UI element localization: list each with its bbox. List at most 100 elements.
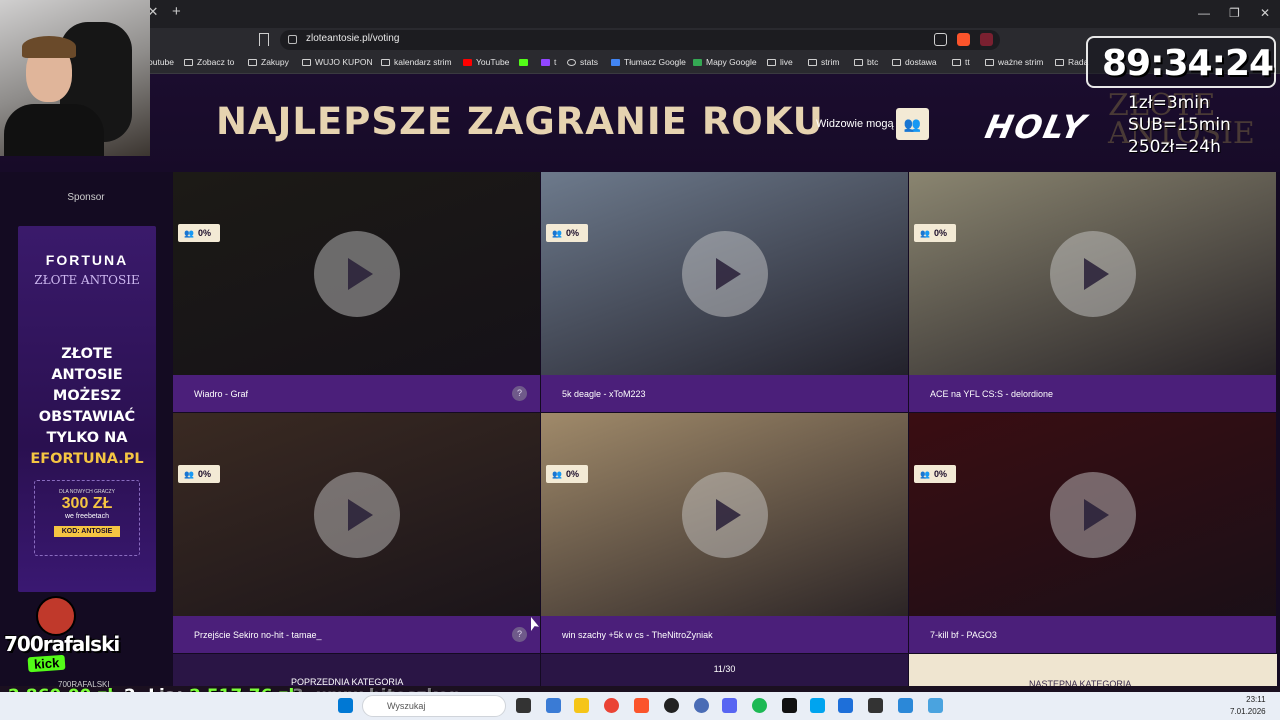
brave-icon[interactable] bbox=[634, 698, 649, 713]
entry-card[interactable]: 👥 0% 5k deagle - xToM223 bbox=[541, 172, 908, 412]
subathon-timer: 89:34:24 bbox=[1086, 36, 1276, 88]
holy-logo: HOLY bbox=[981, 108, 1091, 146]
streamer-logo: 700rafalski kick bbox=[4, 596, 120, 674]
bookmark-item[interactable]: Tłumacz Google bbox=[611, 57, 686, 67]
brave-shields-icon[interactable] bbox=[957, 33, 970, 46]
bookmark-item[interactable]: ważne strim bbox=[985, 57, 1043, 67]
bookmark-icon[interactable] bbox=[259, 33, 269, 46]
app-icon[interactable] bbox=[810, 698, 825, 713]
app-icon[interactable] bbox=[694, 698, 709, 713]
photos-icon[interactable] bbox=[546, 698, 561, 713]
streamer-webcam bbox=[0, 0, 150, 156]
play-icon[interactable] bbox=[1050, 231, 1136, 317]
entry-footer: 5k deagle - xToM223 bbox=[541, 375, 908, 412]
play-icon[interactable] bbox=[1050, 472, 1136, 558]
bookmark-item[interactable]: Zobacz to bbox=[184, 57, 234, 67]
url-input[interactable]: zloteantosie.pl/voting bbox=[280, 30, 1000, 50]
subathon-rates: 1zł=3min SUB=15min 250zł=24h bbox=[1128, 93, 1231, 157]
people-icon: 👥 bbox=[920, 229, 930, 238]
bookmark-item[interactable]: kalendarz strim bbox=[381, 57, 452, 67]
entry-card[interactable]: 👥 0% Wiadro - Graf? bbox=[173, 172, 540, 412]
bookmark-item[interactable]: strim bbox=[808, 57, 839, 67]
brave-rewards-icon[interactable] bbox=[980, 33, 993, 46]
window-close-icon[interactable]: ✕ bbox=[1260, 6, 1270, 20]
voting-page: NAJLEPSZE ZAGRANIE ROKU Widzowie mogą 👥 … bbox=[0, 74, 1280, 689]
file-explorer-icon[interactable] bbox=[574, 698, 589, 713]
play-icon[interactable] bbox=[682, 231, 768, 317]
viewers-label: Widzowie mogą bbox=[816, 118, 894, 130]
entry-card[interactable]: 👥 0% win szachy +5k w cs - TheNitroZyniak bbox=[541, 413, 908, 653]
entry-card[interactable]: 👥 0% ACE na YFL CS:S - delordione bbox=[909, 172, 1276, 412]
discord-icon[interactable] bbox=[722, 698, 737, 713]
ad-headline: ZŁOTE ANTOSIE MOŻESZ OBSTAWIAĆ TYLKO NA … bbox=[30, 346, 144, 467]
category-nav: POPRZEDNIA KATEGORIA 11/30 NASTĘPNA KATE… bbox=[173, 654, 1277, 689]
people-icon: 👥 bbox=[903, 116, 922, 132]
ad-bonus: DLA NOWYCH GRACZY 300 ZŁ we freebetach K… bbox=[34, 480, 140, 556]
page-title: NAJLEPSZE ZAGRANIE ROKU bbox=[216, 100, 824, 143]
people-icon: 👥 bbox=[184, 229, 194, 238]
system-clock[interactable]: 23:11 7.01.2026 bbox=[1230, 694, 1266, 718]
help-icon[interactable]: ? bbox=[512, 386, 527, 401]
bookmark-item[interactable]: stats bbox=[567, 57, 598, 67]
bookmark-item[interactable]: tt bbox=[952, 57, 970, 67]
play-icon[interactable] bbox=[314, 472, 400, 558]
entry-footer: win szachy +5k w cs - TheNitroZyniak bbox=[541, 616, 908, 653]
chrome-icon[interactable] bbox=[604, 698, 619, 713]
entry-card[interactable]: 👥 0% Przejście Sekiro no-hit - tamae_? bbox=[173, 413, 540, 653]
new-tab-icon[interactable]: + bbox=[172, 4, 181, 19]
app-icon[interactable] bbox=[782, 698, 797, 713]
share-icon[interactable] bbox=[934, 33, 947, 46]
next-category-button[interactable]: NASTĘPNA KATEGORIA bbox=[909, 654, 1277, 689]
vote-percent-badge: 👥 0% bbox=[546, 224, 588, 242]
entry-footer: Przejście Sekiro no-hit - tamae_? bbox=[173, 616, 540, 653]
spotify-icon[interactable] bbox=[752, 698, 767, 713]
obs-icon[interactable] bbox=[664, 698, 679, 713]
site-info-icon[interactable] bbox=[288, 35, 297, 44]
bookmark-item[interactable]: WUJO KUPON bbox=[302, 57, 373, 67]
bookmark-item[interactable]: outube bbox=[148, 57, 174, 67]
bookmark-item[interactable]: dostawa bbox=[892, 57, 937, 67]
start-icon[interactable] bbox=[338, 698, 353, 713]
entries-grid: 👥 0% Wiadro - Graf? 👥 0% 5k deagle - xToM223 👥… bbox=[173, 172, 1277, 654]
entry-card[interactable]: 👥 0% 7-kill bf - PAGO3 bbox=[909, 413, 1276, 653]
bookmark-item[interactable]: YouTube bbox=[463, 57, 509, 67]
play-icon[interactable] bbox=[314, 231, 400, 317]
bookmark-item[interactable]: live bbox=[767, 57, 793, 67]
vote-percent-badge: 👥 0% bbox=[178, 465, 220, 483]
kick-bookmark-icon[interactable] bbox=[519, 57, 532, 67]
windows-taskbar: Wyszukaj 23:11 7.01.2026 bbox=[0, 692, 1280, 720]
vote-percent-badge: 👥 0% bbox=[178, 224, 220, 242]
ad-sub: ZŁOTE ANTOSIE bbox=[34, 273, 140, 287]
page-header: NAJLEPSZE ZAGRANIE ROKU Widzowie mogą 👥 … bbox=[0, 74, 1280, 172]
sponsor-ad[interactable]: FORTUNA ZŁOTE ANTOSIE ZŁOTE ANTOSIE MOŻE… bbox=[18, 226, 156, 592]
timer-text: 89:34:24 bbox=[1102, 43, 1274, 84]
bookmark-item[interactable]: Rada bbox=[1055, 57, 1088, 67]
entry-title: Przejście Sekiro no-hit - tamae_ bbox=[194, 630, 322, 640]
play-icon[interactable] bbox=[682, 472, 768, 558]
entry-title: win szachy +5k w cs - TheNitroZyniak bbox=[562, 630, 713, 640]
entry-footer: Wiadro - Graf? bbox=[173, 375, 540, 412]
app-icon[interactable] bbox=[838, 698, 853, 713]
prev-category-button[interactable]: POPRZEDNIA KATEGORIA bbox=[173, 654, 540, 687]
app-icon[interactable] bbox=[898, 698, 913, 713]
taskbar-search[interactable]: Wyszukaj bbox=[362, 695, 506, 717]
entry-title: ACE na YFL CS:S - delordione bbox=[930, 389, 1054, 399]
people-icon: 👥 bbox=[552, 229, 562, 238]
bookmark-item[interactable]: t bbox=[541, 57, 556, 67]
entry-title: 5k deagle - xToM223 bbox=[562, 389, 646, 399]
url-text: zloteantosie.pl/voting bbox=[306, 33, 400, 44]
viewers-button[interactable]: 👥 bbox=[896, 108, 929, 140]
page-counter: 11/30 bbox=[541, 654, 908, 686]
entry-title: Wiadro - Graf bbox=[194, 389, 249, 399]
maximize-icon[interactable]: ❐ bbox=[1229, 6, 1240, 20]
bookmark-item[interactable]: btc bbox=[854, 57, 878, 67]
app-icon[interactable] bbox=[868, 698, 883, 713]
bookmark-item[interactable]: Mapy Google bbox=[693, 57, 757, 67]
bookmark-item[interactable]: Zakupy bbox=[248, 57, 289, 67]
task-view-icon[interactable] bbox=[516, 698, 531, 713]
people-icon: 👥 bbox=[552, 470, 562, 479]
minimize-icon[interactable]: — bbox=[1198, 6, 1210, 20]
app-icon[interactable] bbox=[928, 698, 943, 713]
help-icon[interactable]: ? bbox=[512, 627, 527, 642]
vote-percent-badge: 👥 0% bbox=[546, 465, 588, 483]
